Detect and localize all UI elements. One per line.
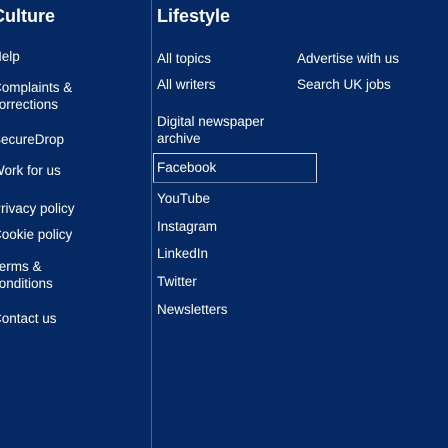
lifestyle-heading[interactable]: Lifestyle [157, 6, 230, 27]
securedrop-link[interactable]: SecureDrop [0, 131, 64, 148]
newsletters-link[interactable]: Newsletters [157, 301, 228, 318]
instagram-link[interactable]: Instagram [157, 218, 217, 235]
culture-heading[interactable]: Culture [0, 6, 55, 27]
all-topics-link[interactable]: All topics [157, 50, 211, 67]
twitter-link[interactable]: Twitter [157, 273, 197, 290]
contact-us-link[interactable]: Contact us [0, 310, 57, 327]
cookie-policy-link[interactable]: Cookie policy [0, 226, 72, 243]
digital-archive-link[interactable]: Digital newspaper archive [157, 113, 264, 147]
youtube-link[interactable]: YouTube [157, 190, 210, 207]
complaints-link[interactable]: Complaints & corrections [0, 79, 72, 113]
search-jobs-link[interactable]: Search UK jobs [297, 76, 391, 93]
linkedin-link[interactable]: LinkedIn [157, 245, 208, 262]
terms-link[interactable]: Terms & conditions [0, 258, 53, 292]
all-writers-link[interactable]: All writers [157, 76, 216, 93]
privacy-policy-link[interactable]: Privacy policy [0, 200, 75, 217]
column-divider [151, 0, 152, 448]
advertise-link[interactable]: Advertise with us [297, 50, 399, 67]
facebook-link[interactable]: Facebook [157, 159, 216, 176]
help-link[interactable]: Help [0, 48, 20, 65]
work-for-us-link[interactable]: Work for us [0, 162, 61, 179]
